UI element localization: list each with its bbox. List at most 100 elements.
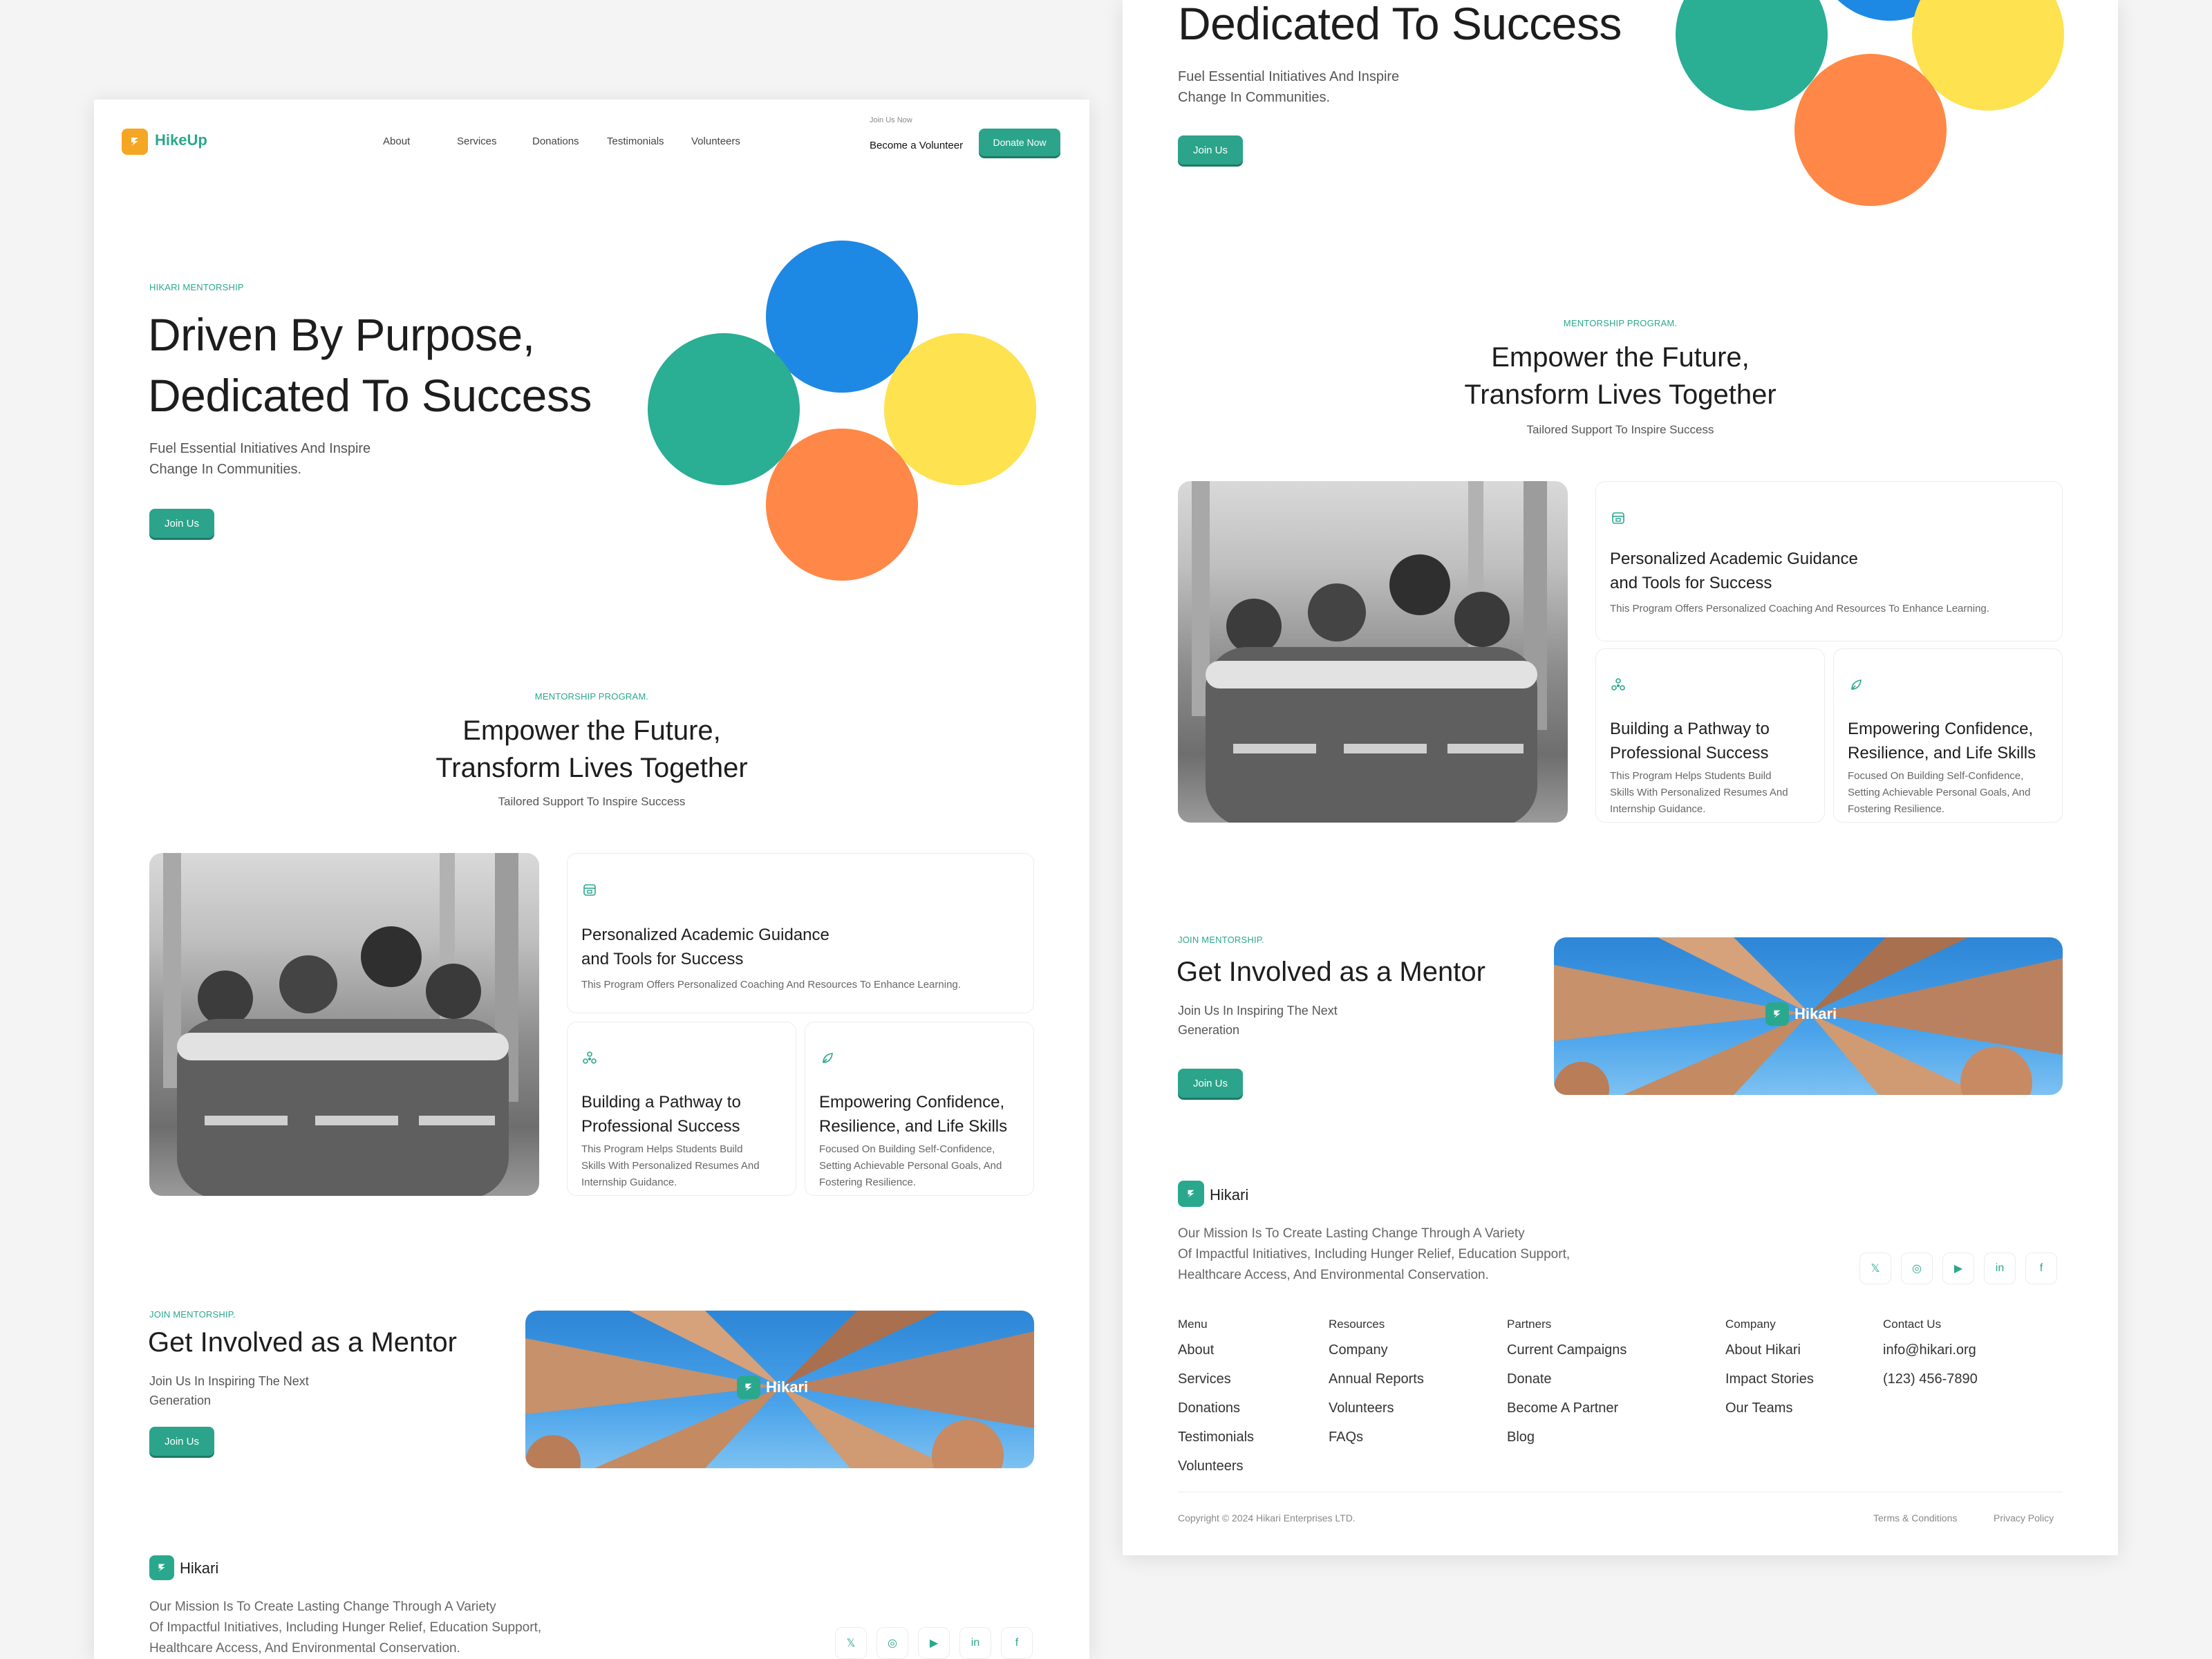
footer-col-heading: Partners <box>1507 1318 1552 1331</box>
nav-about[interactable]: About <box>383 135 410 147</box>
hero-sub-line1: Fuel Essential Initiatives And Inspire <box>149 441 371 456</box>
footer-link[interactable]: Testimonials <box>1178 1430 1254 1445</box>
footer-link[interactable]: Become A Partner <box>1507 1400 1618 1416</box>
footer-mission-line1: Our Mission Is To Create Lasting Change … <box>149 1600 496 1614</box>
instagram-icon[interactable]: ◎ <box>877 1627 908 1659</box>
involve-join-button[interactable]: Join Us <box>149 1427 214 1456</box>
right-page-preview: Dedicated To Success Fuel Essential Init… <box>1123 0 2118 1555</box>
rocket-icon <box>1851 679 1862 690</box>
involve-sub-line1: Join Us In Inspiring The Next <box>149 1374 309 1388</box>
footer-mission-line1: Our Mission Is To Create Lasting Change … <box>1178 1226 1525 1241</box>
feature-card-confidence: Empowering Confidence, Resilience, and L… <box>805 1022 1034 1196</box>
hero-sub-line2: Change In Communities. <box>149 462 302 477</box>
footer-brand-name: Hikari <box>180 1559 219 1577</box>
footer-link[interactable]: Our Teams <box>1725 1400 1792 1416</box>
feature-desc: This Program Helps Students Build <box>1610 770 1772 782</box>
circle-green <box>648 333 800 485</box>
youtube-icon[interactable]: ▶ <box>1942 1253 1974 1284</box>
footer-link[interactable]: Donations <box>1178 1400 1240 1416</box>
contact-phone-link[interactable]: (123) 456-7890 <box>1883 1371 1978 1387</box>
footer-link[interactable]: Blog <box>1507 1430 1535 1445</box>
feature-title: Empowering Confidence, <box>1848 720 2034 738</box>
nav-donations[interactable]: Donations <box>532 135 579 147</box>
feature-card-academic: Personalized Academic Guidance and Tools… <box>567 853 1034 1013</box>
facebook-icon[interactable]: f <box>2025 1253 2057 1284</box>
youtube-icon[interactable]: ▶ <box>918 1627 950 1659</box>
feature-title: Professional Success <box>581 1117 740 1136</box>
hands-together-photo: Hikari <box>1554 937 2063 1095</box>
circle-orange <box>766 429 918 581</box>
feature-desc: Internship Guidance. <box>1610 803 1706 815</box>
nav-services[interactable]: Services <box>457 135 497 147</box>
team-hug-photo <box>149 853 539 1196</box>
terms-link[interactable]: Terms & Conditions <box>1873 1512 1957 1524</box>
team-hug-photo <box>1178 481 1568 823</box>
photo-badge-text: Hikari <box>766 1378 809 1396</box>
footer-link[interactable]: Services <box>1178 1371 1231 1387</box>
feature-card-confidence: Empowering Confidence, Resilience, and L… <box>1833 648 2063 823</box>
mentorship-eyebrow: MENTORSHIP PROGRAM. <box>534 691 649 702</box>
donate-now-button[interactable]: Donate Now <box>979 129 1060 156</box>
hero-join-button[interactable]: Join Us <box>1178 135 1243 165</box>
linkedin-icon[interactable]: in <box>959 1627 991 1659</box>
footer-link[interactable]: About Hikari <box>1725 1342 1801 1358</box>
feature-title: Personalized Academic Guidance <box>581 926 830 944</box>
footer-link[interactable]: About <box>1178 1342 1214 1358</box>
instagram-icon[interactable]: ◎ <box>1901 1253 1933 1284</box>
feature-desc: Fostering Resilience. <box>819 1177 917 1188</box>
footer-link[interactable]: Current Campaigns <box>1507 1342 1627 1358</box>
hero-title-line2: Dedicated To Success <box>1178 0 1622 49</box>
footer-logo-icon[interactable] <box>1178 1181 1204 1207</box>
brand-name[interactable]: HikeUp <box>155 131 207 149</box>
network-icon <box>1611 678 1625 691</box>
logo-icon[interactable] <box>122 129 148 155</box>
privacy-link[interactable]: Privacy Policy <box>1994 1512 2054 1524</box>
mentorship-title-line1: Empower the Future, <box>1491 342 1750 373</box>
footer-logo-icon[interactable] <box>149 1555 174 1580</box>
x-icon[interactable]: 𝕏 <box>1859 1253 1891 1284</box>
footer-link[interactable]: Donate <box>1507 1371 1552 1387</box>
hero-title-line1: Driven By Purpose, <box>148 309 535 360</box>
feature-title: and Tools for Success <box>581 950 744 968</box>
mentorship-title-line2: Transform Lives Together <box>1464 379 1777 410</box>
mentorship-eyebrow: MENTORSHIP PROGRAM. <box>1563 318 1678 328</box>
footer-link[interactable]: Volunteers <box>1178 1459 1244 1474</box>
mentorship-sub: Tailored Support To Inspire Success <box>1526 423 1714 436</box>
feature-card-pathway: Building a Pathway to Professional Succe… <box>567 1022 796 1196</box>
footer-col-heading: Company <box>1725 1318 1776 1331</box>
feature-desc: Skills With Personalized Resumes And <box>581 1160 760 1172</box>
hikari-logo-icon <box>737 1376 760 1399</box>
x-icon[interactable]: 𝕏 <box>835 1627 867 1659</box>
involve-title: Get Involved as a Mentor <box>148 1327 457 1358</box>
feature-desc: Setting Achievable Personal Goals, And <box>819 1160 1002 1172</box>
footer-link[interactable]: FAQs <box>1329 1430 1363 1445</box>
hero-sub-line2: Change In Communities. <box>1178 90 1331 105</box>
footer-link[interactable]: Annual Reports <box>1329 1371 1424 1387</box>
hero-title-line2: Dedicated To Success <box>148 370 592 421</box>
involve-sub-line1: Join Us In Inspiring The Next <box>1178 1004 1338 1018</box>
nav-testimonials[interactable]: Testimonials <box>607 135 664 147</box>
hero-eyebrow: HIKARI MENTORSHIP <box>149 282 244 292</box>
nav-volunteers[interactable]: Volunteers <box>691 135 740 147</box>
feature-title: Resilience, and Life Skills <box>1848 744 2036 762</box>
involve-sub-line2: Generation <box>1178 1023 1240 1037</box>
footer-link[interactable]: Company <box>1329 1342 1388 1358</box>
footer-col-heading: Contact Us <box>1883 1318 1942 1331</box>
involve-join-button[interactable]: Join Us <box>1178 1069 1243 1098</box>
hero-join-button[interactable]: Join Us <box>149 509 214 538</box>
circle-orange <box>1794 54 1947 206</box>
linkedin-icon[interactable]: in <box>1984 1253 2016 1284</box>
photo-badge: Hikari <box>1765 1002 1837 1026</box>
become-volunteer-link[interactable]: Become a Volunteer <box>870 140 963 151</box>
feature-desc: This Program Helps Students Build <box>581 1143 743 1155</box>
footer-mission-line2: Of Impactful Initiatives, Including Hung… <box>149 1620 542 1635</box>
feature-desc: Fostering Resilience. <box>1848 803 1945 815</box>
contact-email-link[interactable]: info@hikari.org <box>1883 1342 1976 1358</box>
facebook-icon[interactable]: f <box>1001 1627 1033 1659</box>
footer-mission-line3: Healthcare Access, And Environmental Con… <box>1178 1268 1489 1282</box>
hero-sub-line1: Fuel Essential Initiatives And Inspire <box>1178 69 1400 84</box>
feature-desc: This Program Offers Personalized Coachin… <box>581 979 961 991</box>
footer-link[interactable]: Volunteers <box>1329 1400 1394 1416</box>
footer-link[interactable]: Impact Stories <box>1725 1371 1814 1387</box>
feature-desc: Focused On Building Self-Confidence, <box>1848 770 2024 782</box>
